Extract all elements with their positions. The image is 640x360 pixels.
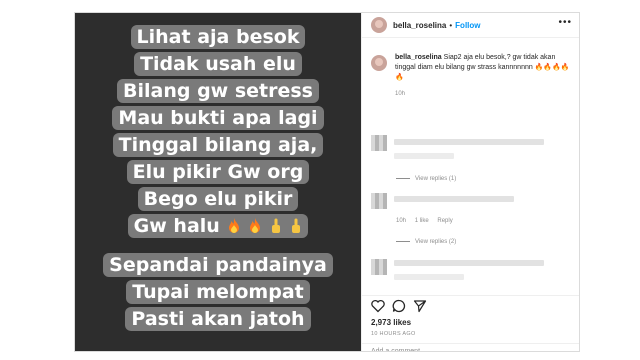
comment-bubble-icon[interactable] [392,299,406,313]
blurred-comment-text [394,260,544,266]
pointing-up-emoji-icon [270,218,282,234]
posted-time: 10 HOURS AGO [371,331,416,337]
follow-button[interactable]: Follow [455,21,480,30]
post-header: bella_roselina • Follow ••• [362,13,579,38]
divider-line [396,240,410,242]
caption-time: 10h [395,91,406,97]
fire-emoji-icon [249,218,261,234]
comment-likes[interactable]: 1 like [415,218,429,224]
caption-avatar[interactable] [371,55,387,71]
blurred-comment-meta [394,274,464,280]
story-line: Tidak usah elu [134,52,302,76]
story-line-text: Gw halu [133,215,220,237]
blurred-comment-text [394,139,544,145]
blurred-comment-meta [394,153,454,159]
story-line: Sepandai pandainya [103,253,333,277]
blurred-avatar [371,193,387,209]
story-line: Lihat aja besok [130,25,306,49]
post-media[interactable]: Lihat aja besok Tidak usah elu Bilang gw… [75,13,361,351]
story-line: Bego elu pikir [137,187,299,211]
story-line: Elu pikir Gw org [126,160,310,184]
divider-line [396,177,410,179]
story-line-with-emojis: Gw halu [127,214,309,238]
action-bar [362,295,579,316]
fire-emoji-icon [228,218,240,234]
reply-button[interactable]: Reply [437,218,452,224]
instagram-post-embed: Lihat aja besok Tidak usah elu Bilang gw… [74,12,580,352]
story-text: Lihat aja besok Tidak usah elu Bilang gw… [75,25,361,334]
story-line: Bilang gw setress [117,79,319,103]
header-username[interactable]: bella_roselina [393,21,446,30]
view-replies-link[interactable]: View replies (1) [396,176,456,182]
view-replies-label: View replies (1) [415,176,457,182]
more-options-icon[interactable]: ••• [558,17,572,28]
pointing-up-emoji-icon [290,218,302,234]
blurred-avatar [371,259,387,275]
story-line: Tinggal bilang aja, [112,133,324,157]
blurred-comment-text [394,196,514,202]
view-replies-label: View replies (2) [415,239,457,245]
story-line: Pasti akan jatoh [125,307,311,331]
like-heart-icon[interactable] [371,299,385,313]
view-replies-link[interactable]: View replies (2) [396,239,456,245]
avatar[interactable] [371,17,387,33]
story-line: Tupai melompat [126,280,310,304]
caption: bella_roselina Siap2 aja elu besok,? gw … [371,53,576,97]
separator-dot: • [449,20,453,30]
story-line: Mau bukti apa lagi [112,106,324,130]
blurred-avatar [371,135,387,151]
comment-meta: 10h 1 like Reply [396,218,453,224]
comment-time: 10h [396,218,407,224]
share-send-icon[interactable] [413,299,427,313]
caption-username[interactable]: bella_roselina [395,54,442,61]
add-comment-input[interactable]: Add a comment... [362,343,579,351]
likes-count[interactable]: 2,973 likes [371,318,411,327]
post-side-panel: bella_roselina • Follow ••• bella_roseli… [361,13,579,351]
caption-text: bella_roselina Siap2 aja elu besok,? gw … [395,53,576,83]
